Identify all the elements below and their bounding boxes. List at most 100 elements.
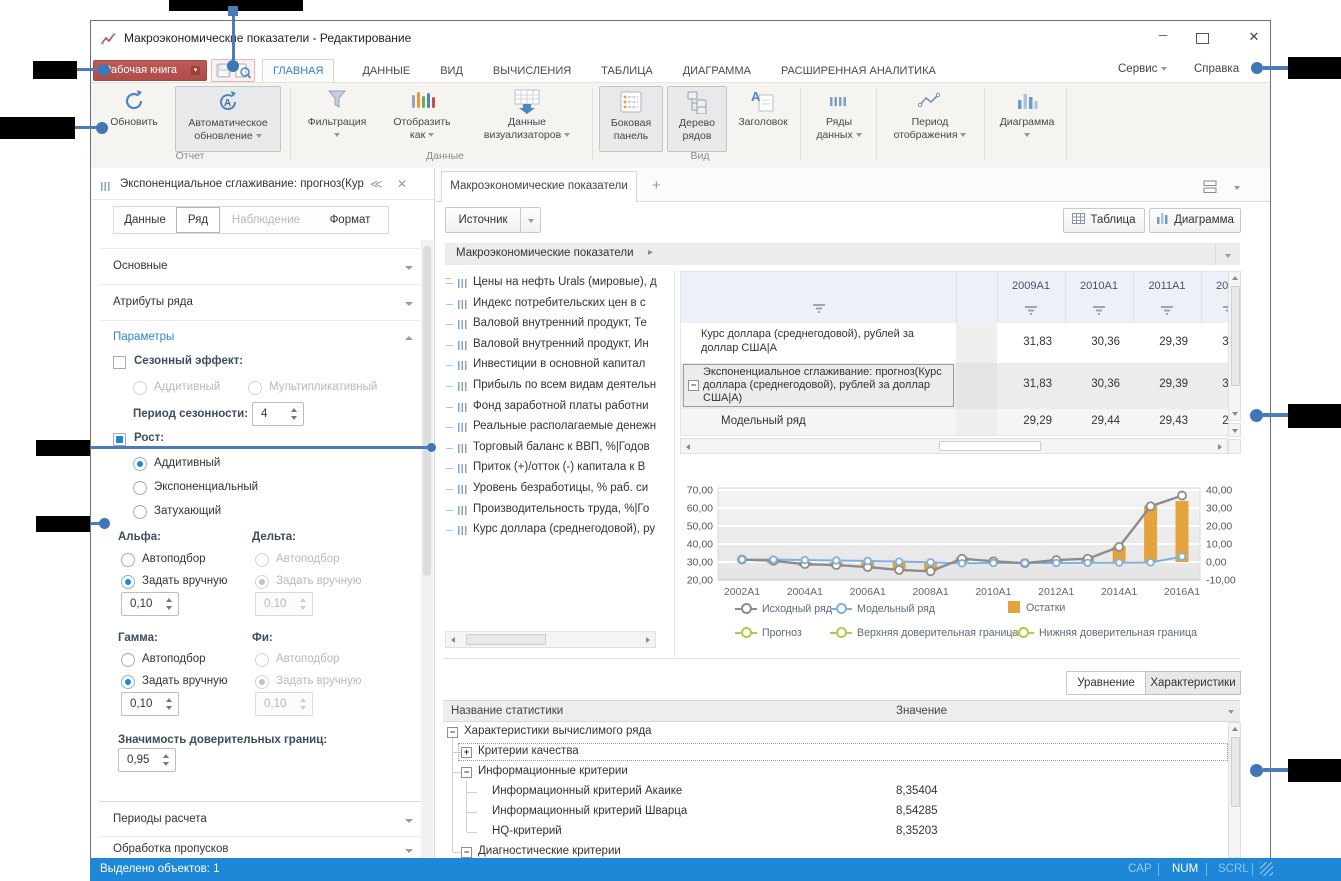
row1-value[interactable]: 31 [1201, 336, 1230, 348]
alpha-auto-radio[interactable] [121, 553, 135, 567]
series-tree-item[interactable]: Инвестиции в основной капитал [445, 356, 673, 376]
row3-name[interactable]: Модельный ряд [721, 415, 806, 427]
series-tree-item[interactable]: Производительность труда, %|Го [445, 501, 673, 521]
expand-node-icon[interactable]: + [461, 747, 472, 758]
side-panel-scrollbar[interactable] [421, 240, 433, 858]
growth-exponential-radio[interactable] [133, 481, 147, 495]
stats-row-label[interactable]: Характеристики вычислимого ряда [464, 725, 652, 737]
help-menu[interactable]: Справка [1194, 63, 1239, 75]
stats-v-scrollbar[interactable] [1228, 722, 1241, 858]
gamma-stepper[interactable]: 0,10 [121, 692, 179, 716]
row1-value[interactable]: 31,83 [997, 336, 1052, 348]
section-attributes[interactable]: Атрибуты ряда [113, 296, 193, 308]
seasonal-additive-radio[interactable] [133, 381, 147, 395]
stats-name-header[interactable]: Название статистики [451, 705, 563, 717]
minimize-button[interactable]: ─ [1146, 28, 1180, 48]
source-dropdown-button[interactable] [520, 207, 541, 233]
col-header-2010[interactable]: 2010A1 [1065, 280, 1133, 292]
service-menu[interactable]: Сервис [1118, 63, 1167, 75]
series-tree-item[interactable]: Курс доллара (среднегодовой), ру [445, 521, 673, 541]
series-tree-item[interactable]: Приток (+)/отток (-) капитала к В [445, 459, 673, 479]
significance-stepper[interactable]: 0,95 [118, 748, 176, 772]
table-view-button[interactable]: Таблица [1063, 208, 1145, 233]
layout-icon[interactable] [1203, 180, 1218, 199]
stats-row-label[interactable]: Информационный критерий Акаике [492, 785, 682, 797]
chevron-down-icon[interactable] [1234, 186, 1240, 190]
side-panel-toggle-button[interactable]: Боковая панель [599, 86, 663, 152]
gamma-auto-radio[interactable] [121, 653, 135, 667]
stats-row-label[interactable]: Диагностические критерии [478, 845, 621, 857]
characteristics-button[interactable]: Характеристики [1145, 671, 1241, 695]
section-parameters[interactable]: Параметры [113, 331, 174, 343]
breadcrumb-label[interactable]: Макроэкономические показатели [456, 247, 634, 259]
col-header-2009[interactable]: 2009A1 [997, 280, 1065, 292]
table-h-scrollbar[interactable] [680, 438, 1228, 454]
header-toggle-button[interactable]: A Заголовок [731, 86, 795, 148]
collapse-row-icon[interactable]: − [688, 380, 699, 391]
panel-tab-format[interactable]: Формат [312, 207, 388, 233]
series-tree-item[interactable]: Фонд заработной платы работни [445, 398, 673, 418]
row2-value[interactable]: 30,36 [1065, 378, 1120, 390]
chart-ribbon-button[interactable]: Диаграмма [992, 86, 1062, 148]
stats-row-label[interactable]: Критерии качества [478, 745, 579, 757]
maximize-button[interactable] [1196, 33, 1209, 44]
tab-dannye[interactable]: ДАННЫЕ [360, 60, 412, 82]
series-tree-toggle-button[interactable]: Дерево рядов [667, 86, 727, 152]
legend-forecast[interactable]: Прогноз [735, 627, 802, 639]
filter-funnel-icon[interactable] [1161, 302, 1173, 320]
close-button[interactable]: ✕ [1240, 29, 1268, 49]
auto-refresh-button[interactable]: A Автоматическое обновление [175, 86, 281, 152]
filter-funnel-icon[interactable] [1093, 302, 1105, 320]
col-header-2012[interactable]: 2012A1 [1201, 280, 1230, 292]
section-gap-handling[interactable]: Обработка пропусков [113, 843, 228, 855]
row3-value[interactable]: 29,43 [1133, 415, 1188, 427]
delta-stepper[interactable]: 0,10 [255, 592, 313, 616]
series-tree-item[interactable]: Валовой внутренний продукт, Ин [445, 336, 673, 356]
alpha-manual-radio[interactable] [121, 575, 135, 589]
resize-grip[interactable] [1260, 862, 1273, 876]
legend-upper-bound[interactable]: Верхняя доверительная граница [830, 627, 1018, 639]
panel-tab-series[interactable]: Ряд [176, 207, 220, 233]
workbook-menu-button[interactable]: Рабочая книга ▾ [93, 60, 207, 81]
filter-funnel-icon[interactable] [813, 300, 825, 318]
series-tree-item[interactable]: Торговый баланс к ВВП, %|Годов [445, 439, 673, 459]
growth-additive-radio[interactable] [133, 457, 147, 471]
seasonal-multiplicative-radio[interactable] [248, 381, 262, 395]
legend-source-series[interactable]: Исходный ряд [735, 603, 832, 615]
row2-value[interactable]: 31 [1201, 378, 1230, 390]
scroll-down-button[interactable] [1228, 423, 1241, 437]
stats-value-header[interactable]: Значение [896, 705, 947, 717]
delta-auto-radio[interactable] [255, 553, 269, 567]
refresh-button[interactable]: Обновить [97, 86, 171, 148]
filter-button[interactable]: Фильтрация [299, 86, 375, 148]
tab-vychisleniya[interactable]: ВЫЧИСЛЕНИЯ [491, 60, 573, 82]
status-num[interactable]: NUM [1172, 863, 1198, 875]
visualizer-data-button[interactable]: Данные визуализаторов [468, 86, 586, 148]
filter-funnel-icon[interactable] [1025, 302, 1037, 320]
table-v-scrollbar[interactable] [1228, 271, 1241, 421]
gamma-manual-radio[interactable] [121, 675, 135, 689]
collapse-node-icon[interactable]: − [461, 847, 472, 858]
row3-value[interactable]: 29,29 [997, 415, 1052, 427]
tab-tablitsa[interactable]: ТАБЛИЦА [599, 60, 655, 82]
tab-vid[interactable]: ВИД [438, 60, 465, 82]
stats-row-label[interactable]: HQ-критерий [492, 825, 562, 837]
status-scrl[interactable]: SCRL [1218, 863, 1249, 875]
tab-diagramma[interactable]: ДИАГРАММА [681, 60, 753, 82]
section-calc-periods[interactable]: Периоды расчета [113, 813, 207, 825]
series-tree-item[interactable]: Прибыль по всем видам деятельн [445, 377, 673, 397]
panel-tab-observation[interactable]: Наблюдение [220, 207, 312, 233]
chart-view-button[interactable]: Диаграмма [1149, 208, 1241, 233]
panel-tab-data[interactable]: Данные [114, 207, 176, 233]
tab-analitika[interactable]: РАСШИРЕННАЯ АНАЛИТИКА [779, 60, 938, 82]
phi-stepper[interactable]: 0,10 [255, 692, 313, 716]
series-tree-item[interactable]: Валовой внутренний продукт, Те [445, 315, 673, 335]
seasonality-period-stepper[interactable]: 4 [252, 402, 304, 426]
series-tree-item[interactable]: Уровень безработицы, % раб. си [445, 480, 673, 500]
delta-manual-radio[interactable] [255, 575, 269, 589]
display-period-button[interactable]: Период отображения [884, 86, 976, 148]
tab-glavnaya[interactable]: ГЛАВНАЯ [262, 59, 334, 82]
breadcrumb-dropdown[interactable] [1215, 243, 1240, 265]
new-tab-button[interactable]: + [652, 177, 661, 194]
status-cap[interactable]: CAP [1128, 863, 1152, 875]
